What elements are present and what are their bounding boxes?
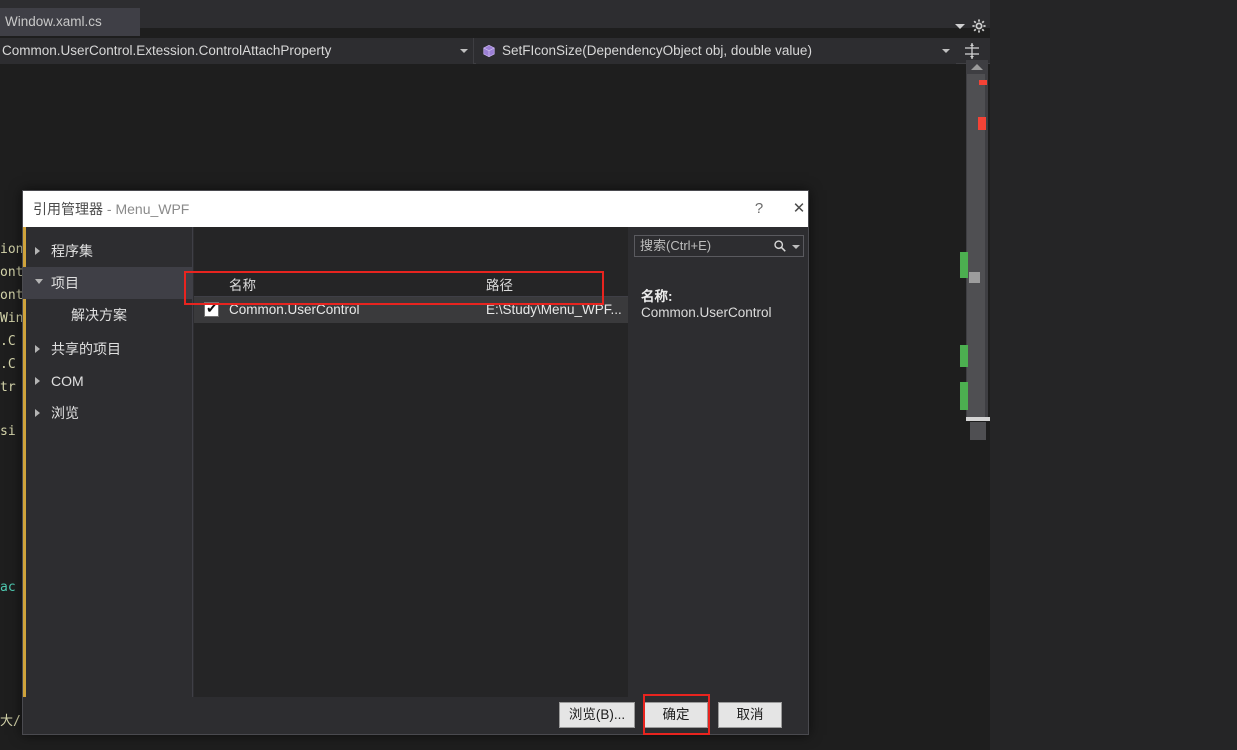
member-dropdown[interactable]: SetFIconSize(DependencyObject obj, doubl… — [476, 38, 956, 64]
dialog-category-label: COM — [51, 373, 84, 389]
vs-window: Window.xaml.cs Common.UserControl.Extess… — [0, 0, 1237, 750]
dialog-title-project: Menu_WPF — [115, 201, 190, 217]
dialog-category-label: 共享的项目 — [51, 341, 121, 357]
type-dropdown-label: Common.UserControl.Extession.ControlAtta… — [2, 43, 332, 58]
code-fragment: tr — [0, 380, 16, 395]
dialog-title: 引用管理器 - Menu_WPF — [33, 191, 189, 227]
editor-tab-label: Window.xaml.cs — [5, 14, 102, 29]
chevron-down-icon — [942, 49, 950, 53]
split-editor-icon[interactable] — [963, 42, 981, 60]
row-checkbox[interactable] — [204, 300, 219, 317]
dialog-category-label: 项目 — [51, 275, 79, 291]
dialog-button-label: 取消 — [736, 707, 764, 722]
code-fragment: .C — [0, 357, 16, 372]
chevron-down-icon — [460, 49, 468, 53]
dialog-category-label: 解决方案 — [71, 307, 127, 323]
dialog-title-bar[interactable]: 引用管理器 - Menu_WPF ? ✕ — [23, 191, 808, 227]
dialog-help-button[interactable]: ? — [748, 199, 770, 219]
solution-explorer-panel: 解决方案资源管理器 — [990, 0, 1237, 750]
editor-scroll-divider — [966, 417, 990, 421]
reference-manager-dialog: 引用管理器 - Menu_WPF ? ✕ 程序集项目解决方案共享的项目 COM 浏览… — [22, 190, 809, 735]
chevron-right-icon[interactable] — [35, 377, 40, 385]
row-name: Common.UserControl — [229, 302, 360, 317]
code-fragment: Win — [0, 311, 24, 326]
dialog-category-4[interactable]: COM — [23, 365, 193, 397]
dialog-category-1[interactable]: 项目 — [23, 267, 193, 299]
editor-tab-window-xaml-cs[interactable]: Window.xaml.cs — [0, 8, 140, 36]
chevron-right-icon[interactable] — [35, 247, 40, 255]
magnifier-icon[interactable] — [773, 239, 787, 253]
dialog-item-list: 名称 路径 Common.UserControl E:\Study\Menu_W… — [194, 227, 628, 697]
chevron-right-icon[interactable] — [35, 345, 40, 353]
cube-icon — [483, 44, 495, 58]
scroll-marker-error — [978, 117, 986, 130]
code-fragment: si — [0, 424, 16, 439]
table-row[interactable]: Common.UserControl E:\Study\Menu_WPF... — [194, 297, 628, 323]
code-fragment: ion — [0, 242, 24, 257]
dialog-button-label: 浏览(B)... — [568, 707, 626, 722]
code-fragment: ont — [0, 288, 24, 303]
dialog-button-2[interactable]: 取消 — [718, 702, 782, 728]
dialog-category-2[interactable]: 解决方案 — [23, 299, 193, 331]
type-dropdown[interactable]: Common.UserControl.Extession.ControlAtta… — [0, 38, 474, 64]
editor-dropdown-caret-icon[interactable] — [955, 24, 965, 29]
details-name-key: 名称: — [641, 289, 673, 304]
dialog-footer: 浏览(B)... 确定 取消 — [23, 697, 808, 734]
dialog-button-0[interactable]: 浏览(B)... — [559, 702, 635, 728]
dialog-details-pane: 搜索(Ctrl+E) 名称: Common.UserControl — [629, 227, 808, 697]
code-fragment: .C — [0, 334, 16, 349]
chevron-down-icon[interactable] — [35, 279, 43, 284]
dialog-button-label: 确定 — [662, 707, 690, 722]
scroll-marker-change — [960, 382, 968, 410]
row-path: E:\Study\Menu_WPF... — [486, 302, 622, 317]
editor-scroll-down-box[interactable] — [970, 422, 986, 440]
code-fragment: ac — [0, 580, 16, 595]
dialog-close-button[interactable]: ✕ — [788, 199, 810, 219]
gear-icon[interactable] — [972, 19, 986, 33]
dialog-category-3[interactable]: 共享的项目 — [23, 333, 193, 365]
chevron-right-icon[interactable] — [35, 409, 40, 417]
dialog-body: 程序集项目解决方案共享的项目 COM 浏览 名称 路径 Common.UserCon… — [23, 227, 808, 697]
dialog-category-5[interactable]: 浏览 — [23, 397, 193, 429]
member-dropdown-label: SetFIconSize(DependencyObject obj, doubl… — [502, 43, 812, 58]
editor-navigation-bar: Common.UserControl.Extession.ControlAtta… — [0, 38, 990, 64]
dialog-search-input[interactable]: 搜索(Ctrl+E) — [634, 235, 804, 257]
editor-tabstrip: Window.xaml.cs — [0, 0, 990, 36]
search-options-caret-icon[interactable] — [792, 245, 800, 249]
code-fragment: ont — [0, 265, 24, 280]
code-fragment: 大/ — [0, 714, 21, 729]
column-header-path: 路径 — [486, 278, 513, 293]
dialog-title-main: 引用管理器 — [33, 201, 103, 217]
dialog-button-1[interactable]: 确定 — [644, 702, 708, 728]
item-list-header: 名称 路径 — [194, 275, 628, 297]
scroll-marker-change — [960, 252, 968, 278]
dialog-category-label: 浏览 — [51, 405, 79, 421]
dialog-title-sep: - — [103, 201, 116, 217]
dialog-search-placeholder: 搜索(Ctrl+E) — [640, 238, 712, 253]
editor-scroll-thumb[interactable] — [969, 272, 980, 283]
dialog-category-label: 程序集 — [51, 243, 93, 259]
dialog-category-list: 程序集项目解决方案共享的项目 COM 浏览 — [23, 227, 193, 697]
dialog-category-0[interactable]: 程序集 — [23, 235, 193, 267]
scroll-marker-error — [979, 80, 987, 85]
scroll-marker-change — [960, 345, 968, 367]
details-name-value: Common.UserControl — [641, 305, 772, 320]
scroll-up-arrow-icon[interactable] — [971, 64, 983, 70]
column-header-name: 名称 — [229, 278, 256, 293]
